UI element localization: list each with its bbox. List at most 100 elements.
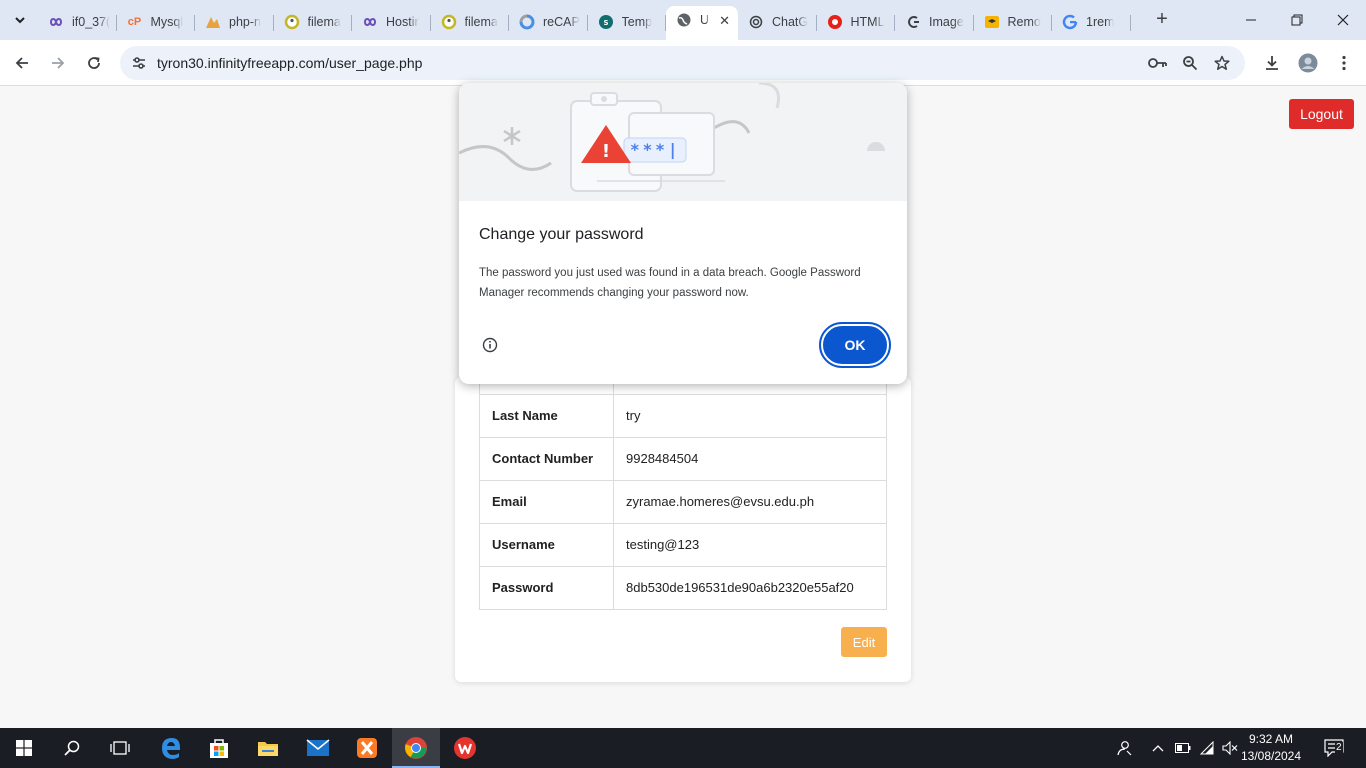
- reload-icon: [88, 57, 100, 69]
- close-window-button[interactable]: [1320, 0, 1366, 40]
- tab-search-button[interactable]: [8, 8, 32, 32]
- browser-toolbar: tyron30.infinityfreeapp.com/user_page.ph…: [0, 40, 1366, 86]
- tab-title: Hostir: [386, 15, 419, 29]
- chrome-taskbar-button[interactable]: [392, 728, 440, 768]
- globe-icon: [676, 12, 692, 28]
- mail-taskbar-button[interactable]: [294, 728, 342, 768]
- cpanel-icon: cP: [127, 16, 142, 28]
- downloads-button[interactable]: [1256, 47, 1288, 79]
- field-value: zyramae.homeres@evsu.edu.ph: [613, 479, 887, 524]
- tab-title: 1rem: [1086, 15, 1115, 29]
- field-value: 8db530de196531de90a6b2320e55af20: [613, 565, 887, 610]
- chrome-icon: [405, 737, 427, 759]
- change-password-dialog: ! ***| Change your password The password…: [459, 83, 907, 384]
- tab-title: Remo: [1007, 15, 1041, 29]
- search-button[interactable]: [48, 728, 96, 768]
- forward-arrow-icon: [52, 57, 65, 69]
- table-row: Username testing@123: [479, 522, 887, 567]
- tab-5[interactable]: filema: [431, 8, 510, 36]
- tab-10[interactable]: HTML: [817, 8, 896, 36]
- tab-11[interactable]: Image: [895, 8, 974, 36]
- tab-title: Mysql: [150, 15, 184, 29]
- tab-3[interactable]: filema: [274, 8, 353, 36]
- wifi-icon[interactable]: [1197, 728, 1219, 768]
- dialog-message: The password you just used was found in …: [479, 267, 861, 299]
- password-key-icon[interactable]: [1148, 53, 1168, 73]
- reload-button[interactable]: [78, 47, 110, 79]
- file-explorer-taskbar-button[interactable]: [244, 728, 292, 768]
- table-row: Contact Number 9928484504: [479, 436, 887, 481]
- minimize-icon: [1246, 19, 1256, 21]
- profile-button[interactable]: [1292, 47, 1324, 79]
- chevron-down-icon: [15, 17, 25, 24]
- new-tab-button[interactable]: +: [1152, 9, 1172, 30]
- edge-icon: [162, 738, 180, 759]
- tab-active[interactable]: U ✕: [666, 6, 738, 40]
- tab-6[interactable]: reCAP: [509, 8, 588, 36]
- tab-9[interactable]: ChatG: [738, 8, 817, 36]
- menu-button[interactable]: [1328, 47, 1360, 79]
- task-view-button[interactable]: [96, 728, 144, 768]
- filemanager-icon: [441, 14, 457, 30]
- youtube-icon: [827, 14, 843, 30]
- tab-title: filema: [307, 15, 341, 29]
- people-icon[interactable]: [1112, 728, 1136, 768]
- close-icon: [1337, 14, 1349, 26]
- user-info-table: Last Name try Contact Number 9928484504 …: [479, 377, 887, 610]
- edit-button[interactable]: Edit: [841, 627, 887, 657]
- battery-icon[interactable]: [1172, 728, 1194, 768]
- restore-button[interactable]: [1274, 0, 1320, 40]
- search-icon: [64, 740, 80, 756]
- edge-taskbar-button[interactable]: [147, 728, 195, 768]
- zoom-icon[interactable]: [1180, 53, 1200, 73]
- field-value: 9928484504: [613, 436, 887, 481]
- system-clock[interactable]: 9:32 AM 13/08/2024: [1236, 731, 1306, 765]
- windows-logo-icon: [16, 740, 32, 756]
- site-settings-icon[interactable]: [128, 52, 150, 74]
- tab-title: HTML: [850, 15, 885, 29]
- tab-13[interactable]: 1rem: [1052, 8, 1131, 36]
- table-row: Password 8db530de196531de90a6b2320e55af2…: [479, 565, 887, 610]
- recaptcha-icon: [519, 14, 535, 30]
- chevron-up-icon: [1152, 745, 1164, 752]
- store-taskbar-button[interactable]: [195, 728, 243, 768]
- minimize-button[interactable]: [1228, 0, 1274, 40]
- tab-7[interactable]: S Temp: [588, 8, 667, 36]
- tab-title: reCAP: [543, 15, 580, 29]
- clock-date: 13/08/2024: [1240, 749, 1302, 763]
- svg-text:S: S: [603, 19, 608, 27]
- tab-1[interactable]: cP Mysql: [117, 8, 196, 36]
- tab-title: Image: [929, 15, 964, 29]
- show-hidden-icons-button[interactable]: [1148, 728, 1168, 768]
- tab-list: if0_37( cP Mysql php-n filema Hostir fil…: [38, 6, 1131, 40]
- start-button[interactable]: [0, 728, 48, 768]
- bookmark-star-icon[interactable]: [1212, 53, 1232, 73]
- wps-taskbar-button[interactable]: [441, 728, 489, 768]
- xampp-taskbar-button[interactable]: [343, 728, 391, 768]
- table-row: Email zyramae.homeres@evsu.edu.ph: [479, 479, 887, 524]
- logout-button[interactable]: Logout: [1289, 99, 1354, 129]
- notifications-button[interactable]: 2: [1318, 728, 1350, 768]
- masked-password-text: ***|: [630, 140, 681, 159]
- info-icon[interactable]: [482, 337, 498, 353]
- ok-button[interactable]: OK: [819, 322, 891, 368]
- wps-icon: [454, 737, 476, 759]
- forward-button[interactable]: [42, 47, 74, 79]
- url-text: tyron30.infinityfreeapp.com/user_page.ph…: [157, 55, 423, 71]
- tab-12[interactable]: Remo: [974, 8, 1053, 36]
- address-bar[interactable]: tyron30.infinityfreeapp.com/user_page.ph…: [120, 46, 1245, 80]
- back-button[interactable]: [6, 47, 38, 79]
- field-label: Email: [479, 479, 614, 524]
- tab-2[interactable]: php-n: [195, 8, 274, 36]
- phpmyadmin-icon: [205, 14, 221, 30]
- field-label: Password: [479, 565, 614, 610]
- store-icon: [210, 739, 228, 758]
- infinityfree-icon: [48, 14, 64, 30]
- filemanager-icon: [284, 14, 300, 30]
- tab-4[interactable]: Hostir: [352, 8, 431, 36]
- close-tab-icon[interactable]: ✕: [719, 13, 730, 29]
- infinityfree-icon: [362, 14, 378, 30]
- image-tool-icon: [905, 14, 921, 30]
- tab-0[interactable]: if0_37(: [38, 8, 117, 36]
- field-label: Contact Number: [479, 436, 614, 481]
